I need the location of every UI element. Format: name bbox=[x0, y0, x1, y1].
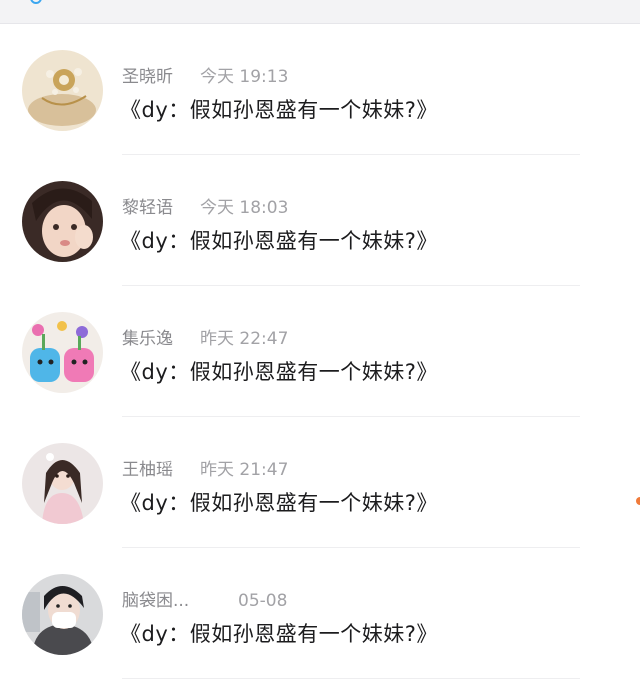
avatar[interactable] bbox=[22, 50, 103, 131]
message-time: 今天 19:13 bbox=[200, 67, 289, 87]
girl-pink-avatar-icon bbox=[22, 443, 103, 524]
message-item[interactable]: 王柚瑶 昨天 21:47 《dy：假如孙恩盛有一个妹妹?》 bbox=[0, 417, 640, 548]
message-meta: 圣晓昕 今天 19:13 bbox=[122, 62, 289, 87]
message-item[interactable]: 圣晓昕 今天 19:13 《dy：假如孙恩盛有一个妹妹?》 bbox=[0, 24, 640, 155]
message-list: 圣晓昕 今天 19:13 《dy：假如孙恩盛有一个妹妹?》 黎轻语 今天 18:03 bbox=[0, 24, 640, 679]
message-preview: 《dy：假如孙恩盛有一个妹妹?》 bbox=[120, 229, 438, 253]
top-bar bbox=[0, 0, 640, 24]
message-item[interactable]: 集乐逸 昨天 22:47 《dy：假如孙恩盛有一个妹妹?》 bbox=[0, 286, 640, 417]
message-time: 05-08 bbox=[238, 591, 288, 611]
sender-name: 脑袋困... bbox=[122, 591, 190, 611]
sender-name: 黎轻语 bbox=[122, 198, 173, 218]
chat-list-screen: 圣晓昕 今天 19:13 《dy：假如孙恩盛有一个妹妹?》 黎轻语 今天 18:03 bbox=[0, 0, 640, 683]
sender-name: 集乐逸 bbox=[122, 329, 173, 349]
sender-name: 圣晓昕 bbox=[122, 67, 173, 87]
girl-mask-avatar-icon bbox=[22, 574, 103, 655]
message-preview: 《dy：假如孙恩盛有一个妹妹?》 bbox=[120, 98, 438, 122]
message-meta: 黎轻语 今天 18:03 bbox=[122, 193, 289, 218]
avatar[interactable] bbox=[22, 443, 103, 524]
avatar[interactable] bbox=[22, 574, 103, 655]
message-meta: 王柚瑶 昨天 21:47 bbox=[122, 455, 289, 480]
avatar[interactable] bbox=[22, 181, 103, 262]
message-meta: 脑袋困... 05-08 bbox=[122, 586, 288, 611]
unread-dot-icon bbox=[636, 497, 640, 505]
sender-name: 王柚瑶 bbox=[122, 460, 173, 480]
message-time: 昨天 21:47 bbox=[200, 460, 289, 480]
divider bbox=[122, 678, 580, 679]
message-item[interactable]: 脑袋困... 05-08 《dy：假如孙恩盛有一个妹妹?》 bbox=[0, 548, 640, 679]
message-preview: 《dy：假如孙恩盛有一个妹妹?》 bbox=[120, 360, 438, 384]
message-item[interactable]: 黎轻语 今天 18:03 《dy：假如孙恩盛有一个妹妹?》 bbox=[0, 155, 640, 286]
message-preview: 《dy：假如孙恩盛有一个妹妹?》 bbox=[120, 491, 438, 515]
message-time: 今天 18:03 bbox=[200, 198, 289, 218]
brooch-avatar-icon bbox=[22, 50, 103, 131]
girl-selfie-avatar-icon bbox=[22, 181, 103, 262]
avatar[interactable] bbox=[22, 312, 103, 393]
message-time: 昨天 22:47 bbox=[200, 329, 289, 349]
message-meta: 集乐逸 昨天 22:47 bbox=[122, 324, 289, 349]
partial-top-icon[interactable] bbox=[30, 0, 42, 4]
plush-toys-avatar-icon bbox=[22, 312, 103, 393]
message-preview: 《dy：假如孙恩盛有一个妹妹?》 bbox=[120, 622, 438, 646]
